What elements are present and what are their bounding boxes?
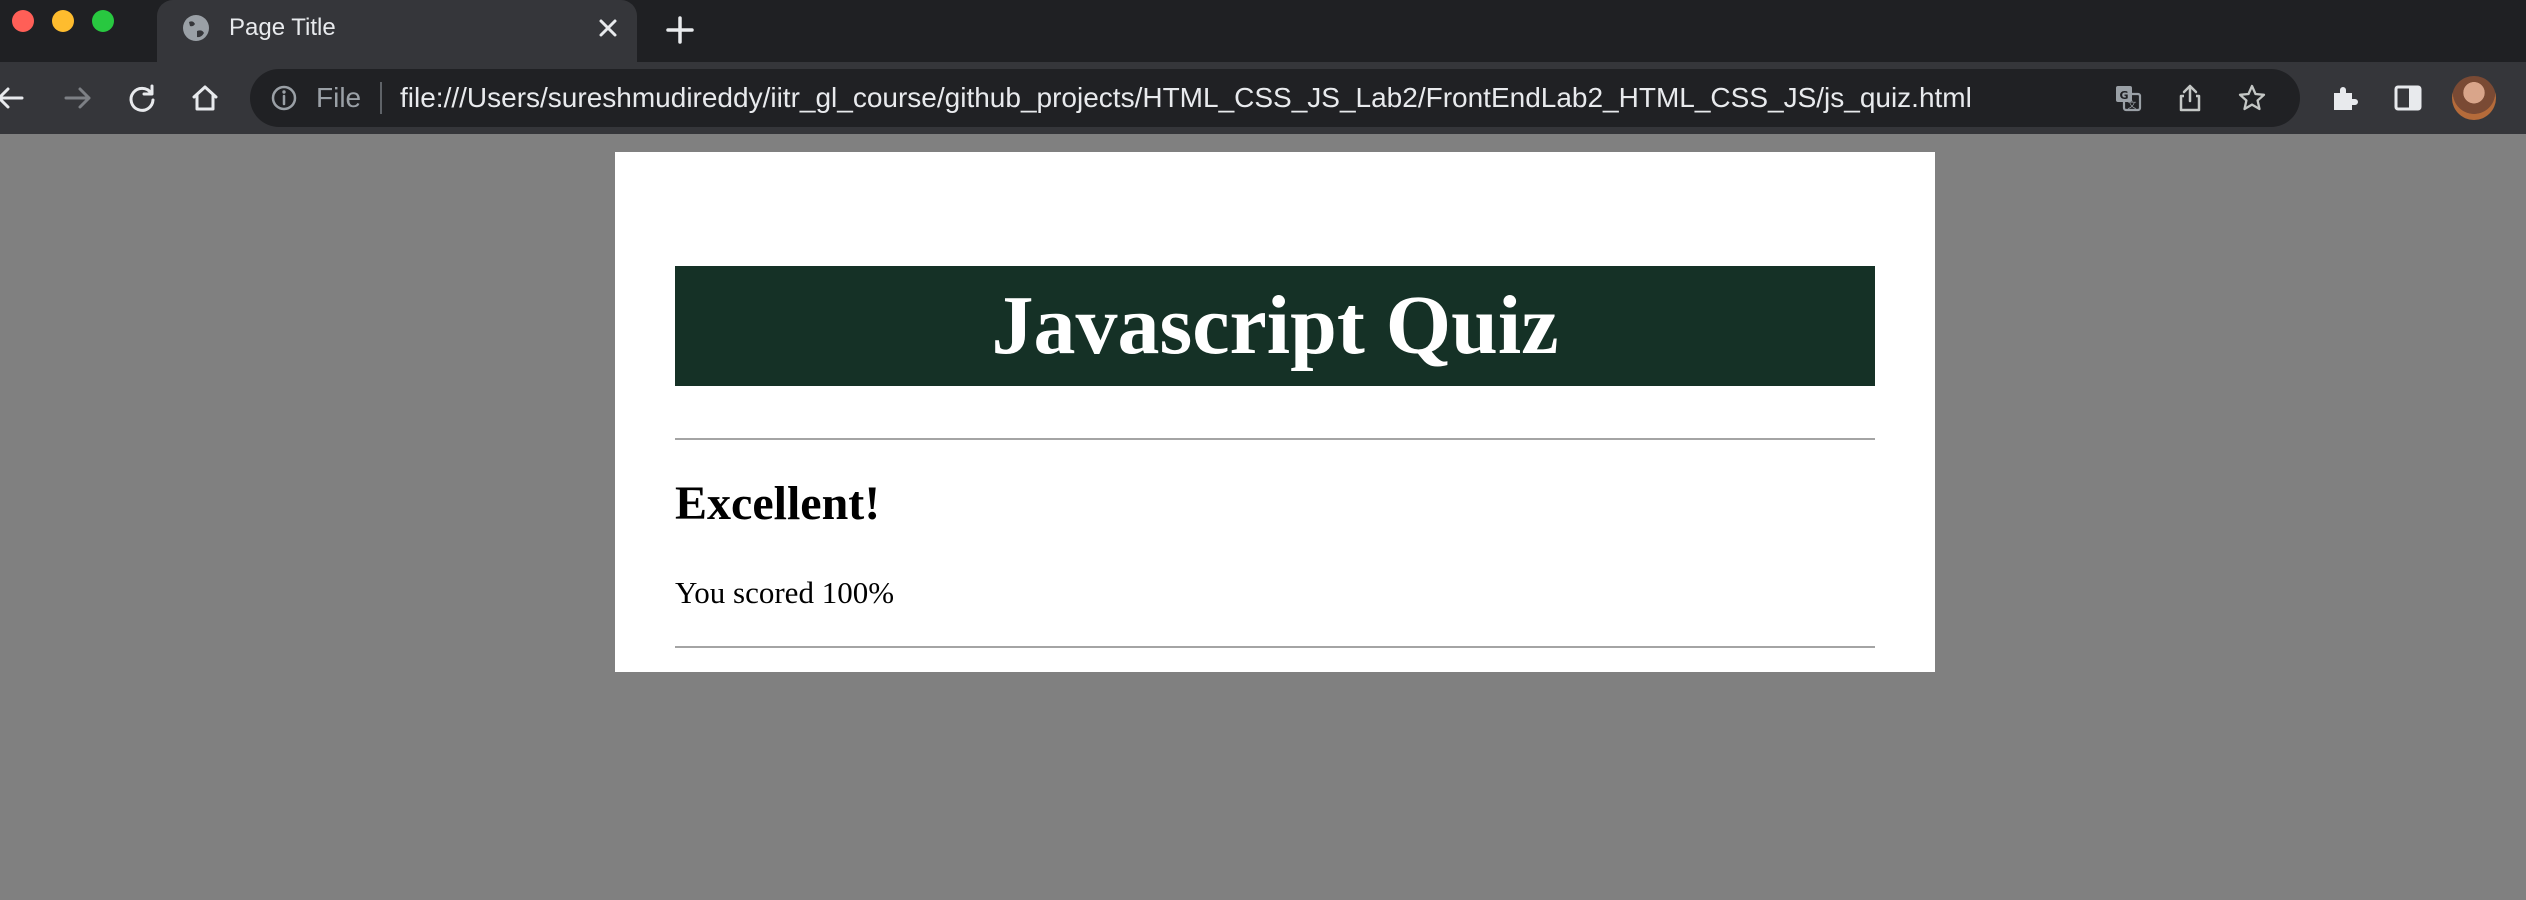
tab-strip: Page Title: [0, 0, 2526, 62]
maximize-window-button[interactable]: [92, 10, 114, 32]
bottom-divider: [675, 646, 1875, 648]
extensions-icon[interactable]: [2324, 78, 2364, 118]
chip-divider: [380, 82, 382, 114]
url-text[interactable]: file:///Users/sureshmudireddy/iitr_gl_co…: [400, 81, 1972, 115]
home-icon[interactable]: [185, 78, 225, 118]
profile-avatar[interactable]: [2452, 76, 2496, 120]
minimize-window-button[interactable]: [52, 10, 74, 32]
reload-icon[interactable]: [122, 78, 162, 118]
score-text: You scored 100%: [675, 575, 895, 610]
active-tab[interactable]: Page Title: [157, 0, 637, 62]
forward-icon[interactable]: [58, 78, 98, 118]
side-panel-icon[interactable]: [2388, 78, 2428, 118]
close-icon[interactable]: [593, 13, 623, 43]
info-icon[interactable]: [270, 84, 298, 112]
back-icon[interactable]: [0, 78, 30, 118]
new-tab-icon[interactable]: [662, 12, 698, 48]
bookmark-star-icon[interactable]: [2236, 82, 2268, 114]
share-icon[interactable]: [2174, 82, 2206, 114]
scheme-chip: File: [316, 82, 362, 113]
globe-icon: [181, 13, 211, 43]
close-window-button[interactable]: [12, 10, 34, 32]
browser-toolbar: File file:///Users/sureshmudireddy/iitr_…: [0, 62, 2526, 134]
tab-title: Page Title: [229, 14, 336, 41]
svg-text:文: 文: [2127, 99, 2136, 111]
result-heading: Excellent!: [675, 477, 881, 530]
quiz-header: Javascript Quiz: [675, 266, 1875, 386]
address-bar[interactable]: File file:///Users/sureshmudireddy/iitr_…: [250, 69, 2300, 127]
page-title: Javascript Quiz: [991, 279, 1559, 372]
translate-icon[interactable]: G 文: [2112, 82, 2144, 114]
top-divider: [675, 438, 1875, 440]
quiz-container: Javascript Quiz Excellent! You scored 10…: [615, 152, 1935, 672]
